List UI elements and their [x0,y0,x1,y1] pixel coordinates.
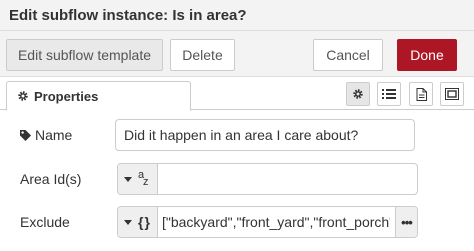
name-row: Name Did it happen in an area I care abo… [0,119,474,151]
tray-toolbar: Edit subflow template Delete Cancel Done [0,31,474,77]
done-button[interactable]: Done [397,39,457,71]
tabs-bar: Properties [0,77,474,111]
cancel-button[interactable]: Cancel [313,39,383,71]
document-icon [416,87,427,101]
caret-down-icon [124,219,132,225]
node-settings-tab-button[interactable] [346,82,370,106]
exclude-row: Exclude {} ["backyard","front_yard","fro… [0,206,474,238]
gear-icon [18,91,28,101]
area-ids-row: Area Id(s) a z [0,163,474,195]
dialog-title: Edit subflow instance: Is in area? [0,0,474,31]
name-label: Name [20,127,72,143]
exclude-typed-input[interactable]: {} ["backyard","front_yard","front_porch… [117,206,418,238]
properties-form: Name Did it happen in an area I care abo… [0,110,474,251]
caret-down-icon [124,176,132,182]
exclude-value[interactable]: ["backyard","front_yard","front_porch","… [162,214,390,230]
edit-subflow-template-button[interactable]: Edit subflow template [6,39,163,71]
tag-icon [20,130,31,141]
appearance-tab-button[interactable] [440,82,464,106]
info-tab-button[interactable] [409,82,433,106]
tab-properties[interactable]: Properties [6,81,191,111]
area-ids-type-select[interactable]: a z [118,164,158,194]
description-tab-button[interactable] [377,82,401,106]
list-icon [382,89,396,99]
name-label-text: Name [35,127,73,143]
gear-icon [353,89,363,99]
tab-properties-label: Properties [34,89,99,104]
name-input[interactable]: Did it happen in an area I care about? [115,119,415,151]
area-ids-label: Area Id(s) [20,171,82,187]
exclude-type-select[interactable]: {} [118,207,158,237]
frame-icon [445,88,459,100]
exclude-label: Exclude [20,214,70,230]
delete-button[interactable]: Delete [170,39,235,71]
expand-editor-button[interactable]: ••• [395,207,417,237]
json-type-icon: {} [138,214,151,230]
string-type-icon: a z [138,169,149,188]
area-ids-typed-input[interactable]: a z [117,163,418,195]
